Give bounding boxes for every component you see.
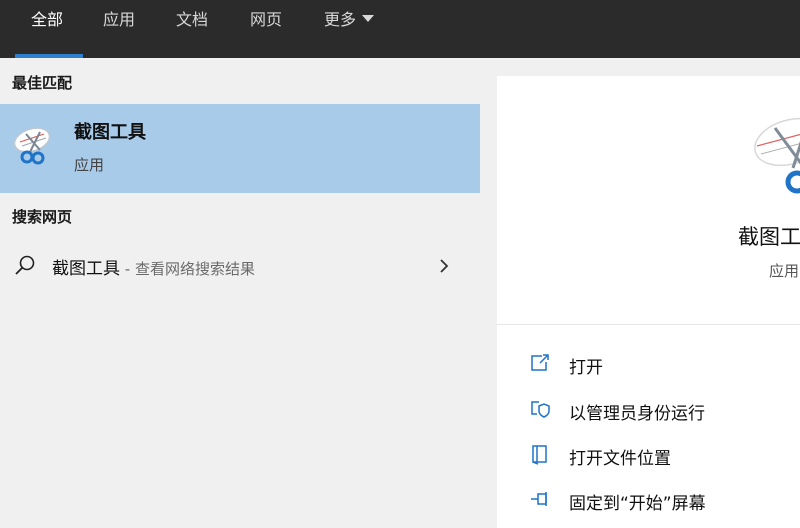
chevron-right-icon[interactable] [436, 256, 452, 276]
search-category-bar: 全部 应用 文档 网页 更多 [0, 0, 800, 58]
open-action-label: 打开 [569, 358, 603, 378]
pin-icon [531, 492, 547, 506]
open-action[interactable]: 打开 [497, 344, 800, 384]
open-file-location-action[interactable]: 打开文件位置 [497, 435, 800, 475]
best-match-app-name: 截图工具 [74, 122, 146, 143]
tab-documents-label: 文档 [176, 10, 209, 29]
results-pane: 最佳匹配 截图工具 应用 搜索网页 截图工具 - 查看网络搜索结果 [0, 58, 480, 528]
divider [497, 324, 800, 325]
best-match-item[interactable]: 截图工具 应用 [0, 104, 480, 193]
chevron-down-icon [362, 15, 375, 22]
shield-icon [531, 401, 550, 418]
run-as-admin-action[interactable]: 以管理员身份运行 [497, 390, 800, 430]
web-search-heading: 搜索网页 [12, 208, 73, 226]
detail-card: 截图工 应用 打开 以管理员身份运行 打开文件位置 固定到“开始”屏幕 [497, 76, 800, 528]
tab-all[interactable]: 全部 [31, 0, 63, 58]
web-search-item[interactable]: 截图工具 - 查看网络搜索结果 [0, 244, 480, 288]
tab-web[interactable]: 网页 [250, 0, 282, 58]
web-search-query: 截图工具 [52, 259, 120, 279]
search-icon [15, 255, 35, 275]
pin-to-start-label: 固定到“开始”屏幕 [569, 494, 706, 514]
tab-web-label: 网页 [250, 10, 283, 29]
tab-documents[interactable]: 文档 [176, 0, 208, 58]
tab-apps-label: 应用 [103, 10, 136, 29]
tab-more[interactable]: 更多 [324, 0, 375, 58]
detail-app-name: 截图工 [738, 225, 800, 249]
web-search-suffix: - 查看网络搜索结果 [120, 260, 255, 278]
pin-to-start-action[interactable]: 固定到“开始”屏幕 [497, 480, 800, 520]
snipping-tool-icon [13, 127, 51, 165]
open-icon [531, 354, 549, 371]
open-file-location-label: 打开文件位置 [569, 449, 671, 469]
tab-all-label: 全部 [31, 10, 64, 29]
snipping-tool-large-icon [754, 117, 800, 194]
tab-apps[interactable]: 应用 [103, 0, 135, 58]
tab-more-label: 更多 [324, 10, 357, 29]
best-match-heading: 最佳匹配 [12, 74, 73, 92]
best-match-app-type: 应用 [74, 156, 105, 174]
run-as-admin-label: 以管理员身份运行 [569, 404, 705, 424]
web-search-text: 截图工具 - 查看网络搜索结果 [52, 254, 255, 279]
detail-app-type: 应用 [769, 262, 800, 280]
file-location-icon [532, 445, 547, 465]
